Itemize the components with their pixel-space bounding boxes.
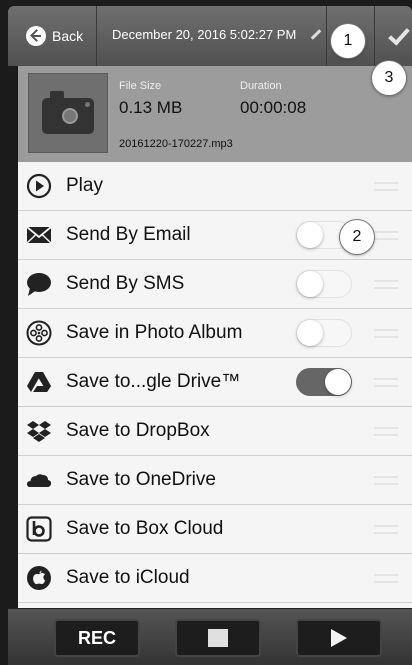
divider bbox=[374, 6, 375, 66]
list-item-send-sms[interactable]: Send By SMS bbox=[18, 260, 412, 309]
list-item-dropbox[interactable]: Save to DropBox bbox=[18, 407, 412, 456]
google-drive-icon bbox=[26, 369, 52, 395]
back-label: Back bbox=[52, 28, 84, 44]
drag-handle-icon[interactable] bbox=[374, 280, 398, 289]
drag-handle-icon[interactable] bbox=[374, 378, 398, 387]
file-size-value: 0.13 MB bbox=[119, 98, 183, 117]
drag-handle-icon[interactable] bbox=[374, 525, 398, 534]
camera-icon bbox=[42, 91, 94, 134]
pencil-icon[interactable] bbox=[310, 29, 322, 40]
callout-badge-2: 2 bbox=[340, 220, 374, 254]
box-icon bbox=[26, 516, 52, 542]
recording-title[interactable]: December 20, 2016 5:02:27 PM bbox=[112, 27, 302, 42]
film-reel-icon bbox=[26, 320, 52, 346]
callout-badge-1: 1 bbox=[331, 24, 365, 58]
list-item-onedrive[interactable]: Save to OneDrive bbox=[18, 456, 412, 505]
record-button[interactable]: REC bbox=[54, 619, 140, 657]
stop-button[interactable] bbox=[175, 619, 261, 657]
drag-handle-icon[interactable] bbox=[374, 476, 398, 485]
checkmark-icon[interactable] bbox=[388, 23, 410, 46]
list-item-label: Send By SMS bbox=[66, 273, 185, 294]
apple-icon bbox=[26, 565, 52, 591]
list-item-label: Save to DropBox bbox=[66, 420, 210, 441]
list-item-play[interactable]: Play bbox=[18, 162, 412, 211]
duration-value: 00:00:08 bbox=[240, 98, 307, 117]
back-arrow-icon bbox=[26, 26, 46, 46]
list-item-icloud[interactable]: Save to iCloud bbox=[18, 554, 412, 603]
speech-bubble-icon bbox=[26, 271, 52, 297]
file-name: 20161220-170227.mp3 bbox=[119, 138, 233, 150]
list-item-label: Send By Email bbox=[66, 224, 191, 245]
divider bbox=[326, 6, 327, 66]
stop-icon bbox=[208, 629, 228, 647]
dropbox-icon bbox=[26, 418, 52, 444]
list-item-label: Play bbox=[66, 175, 103, 196]
play-icon bbox=[331, 629, 347, 647]
list-item-label: Save in Photo Album bbox=[66, 322, 243, 343]
list-item-label: Save to...gle Drive™ bbox=[66, 371, 241, 392]
play-circle-icon bbox=[26, 173, 52, 199]
thumbnail[interactable] bbox=[28, 73, 108, 153]
envelope-icon bbox=[26, 222, 52, 248]
drag-handle-icon[interactable] bbox=[374, 182, 398, 191]
file-info-panel: File Size 0.13 MB Duration 00:00:08 2016… bbox=[18, 66, 412, 162]
list-item-label: Save to Box Cloud bbox=[66, 518, 224, 539]
drag-handle-icon[interactable] bbox=[374, 427, 398, 436]
list-item-box-cloud[interactable]: Save to Box Cloud bbox=[18, 505, 412, 554]
callout-badge-3: 3 bbox=[372, 61, 406, 95]
list-item-photo-album[interactable]: Save in Photo Album bbox=[18, 309, 412, 358]
record-label: REC bbox=[77, 627, 116, 648]
google-drive-toggle[interactable] bbox=[296, 368, 352, 396]
transport-bar: REC bbox=[8, 608, 412, 665]
list-item-label: Save to OneDrive bbox=[66, 469, 216, 490]
list-item-label: Save to iCloud bbox=[66, 567, 190, 588]
drag-handle-icon[interactable] bbox=[374, 231, 398, 240]
duration-label: Duration bbox=[240, 80, 282, 92]
drag-handle-icon[interactable] bbox=[374, 574, 398, 583]
file-size-label: File Size bbox=[119, 80, 162, 92]
sms-toggle[interactable] bbox=[296, 270, 352, 298]
play-button[interactable] bbox=[296, 619, 382, 657]
onedrive-icon bbox=[26, 467, 52, 493]
back-button[interactable]: Back bbox=[26, 22, 83, 50]
drag-handle-icon[interactable] bbox=[374, 329, 398, 338]
photo-album-toggle[interactable] bbox=[296, 319, 352, 347]
list-item-google-drive[interactable]: Save to...gle Drive™ bbox=[18, 358, 412, 407]
divider bbox=[96, 6, 97, 66]
